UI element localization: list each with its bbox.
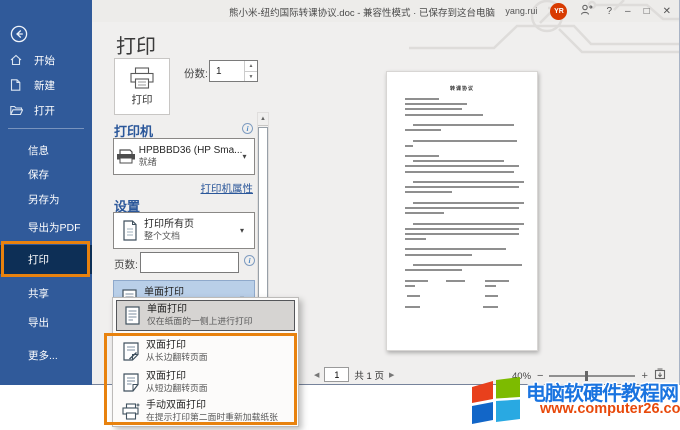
doc-text-lines bbox=[397, 98, 527, 308]
minimize-button[interactable]: – bbox=[625, 6, 631, 17]
menu-item-duplex-long-edge[interactable]: 双面打印 从长边翻转页面 bbox=[116, 336, 295, 367]
copies-label: 份数: bbox=[184, 66, 208, 81]
sidebar-item-save-as[interactable]: 另存为 bbox=[0, 189, 92, 209]
total-pages-label: 共 1 页 bbox=[354, 368, 384, 382]
manual-duplex-icon bbox=[116, 403, 146, 420]
backstage-sidebar: 开始 新建 打开 信息 保存 另存为 导出为PDF 打印 bbox=[0, 0, 92, 385]
copies-stepper: ▲ ▼ bbox=[209, 60, 258, 82]
scroll-up-icon[interactable]: ▲ bbox=[258, 113, 268, 126]
maximize-button[interactable]: □ bbox=[644, 6, 650, 17]
print-preview-area: 转课协议 ◀ 共 1 页 ▶ 40% − + bbox=[270, 22, 676, 385]
copies-decrement-icon[interactable]: ▼ bbox=[245, 72, 257, 82]
menu-item-manual-duplex[interactable]: 手动双面打印 在提示打印第二面时重新加载纸张 bbox=[116, 398, 295, 425]
sidebar-item-export[interactable]: 导出 bbox=[0, 312, 92, 332]
sidebar-item-home[interactable]: 开始 bbox=[0, 50, 92, 70]
printer-properties-link[interactable]: 打印机属性 bbox=[152, 181, 253, 196]
sidebar-item-more[interactable]: 更多... bbox=[0, 345, 92, 365]
sides-dropdown-menu: 单面打印 仅在纸面的一侧上进行打印 双面打印 从长边翻转页面 bbox=[112, 297, 299, 427]
pages-input[interactable] bbox=[140, 252, 239, 273]
printer-info-icon: i bbox=[242, 123, 253, 134]
pages-info-icon: i bbox=[244, 255, 255, 266]
duplex-short-edge-icon bbox=[116, 373, 146, 392]
sidebar-divider bbox=[8, 128, 84, 129]
sidebar-item-save[interactable]: 保存 bbox=[0, 164, 92, 184]
page-navigation: ◀ 共 1 页 ▶ bbox=[314, 367, 394, 382]
prev-page-icon[interactable]: ◀ bbox=[314, 371, 319, 379]
print-button-label: 打印 bbox=[132, 92, 153, 107]
printer-name: HPBBBD36 (HP Sma... bbox=[139, 144, 243, 157]
copies-input[interactable] bbox=[210, 61, 244, 81]
open-folder-icon bbox=[10, 105, 27, 116]
windows-logo bbox=[470, 377, 522, 425]
sidebar-item-print[interactable]: 打印 bbox=[0, 245, 92, 274]
switch-account-icon[interactable] bbox=[580, 4, 593, 18]
user-name: yang.rui bbox=[505, 6, 537, 16]
print-range-sublabel: 整个文档 bbox=[144, 231, 240, 243]
sidebar-item-new[interactable]: 新建 bbox=[0, 75, 92, 95]
print-range-dropdown[interactable]: 打印所有页 整个文档 ▾ bbox=[113, 212, 255, 249]
print-icon bbox=[129, 67, 155, 89]
printer-icon bbox=[114, 149, 139, 164]
back-button[interactable] bbox=[10, 25, 28, 48]
printer-selector[interactable]: HPBBBD36 (HP Sma... 就绪 ▾ bbox=[113, 138, 255, 175]
chevron-down-icon: ▾ bbox=[240, 226, 254, 235]
pages-label: 页数: bbox=[114, 257, 138, 272]
watermark-site-url: www.computer26.com bbox=[540, 401, 680, 417]
copies-increment-icon[interactable]: ▲ bbox=[245, 61, 257, 72]
print-range-label: 打印所有页 bbox=[144, 218, 240, 231]
document-title: 熊小米-纽约国际转课协议.doc - 兼容性模式 · 已保存到这台电脑 bbox=[202, 5, 522, 19]
menu-item-duplex-short-edge[interactable]: 双面打印 从短边翻转页面 bbox=[116, 367, 295, 398]
duplex-long-edge-icon bbox=[116, 342, 146, 361]
title-bar: 熊小米-纽约国际转课协议.doc - 兼容性模式 · 已保存到这台电脑 yang… bbox=[92, 0, 679, 22]
avatar[interactable]: YR bbox=[550, 3, 567, 20]
word-backstage-window: 熊小米-纽约国际转课协议.doc - 兼容性模式 · 已保存到这台电脑 yang… bbox=[0, 0, 680, 385]
preview-doc-title: 转课协议 bbox=[397, 85, 527, 92]
next-page-icon[interactable]: ▶ bbox=[389, 371, 394, 379]
single-sided-icon bbox=[117, 306, 147, 325]
sidebar-item-export-pdf[interactable]: 导出为PDF bbox=[0, 217, 92, 237]
chevron-down-icon: ▾ bbox=[242, 152, 254, 161]
menu-item-single-sided[interactable]: 单面打印 仅在纸面的一侧上进行打印 bbox=[116, 300, 295, 331]
document-icon bbox=[114, 220, 144, 241]
home-icon bbox=[10, 54, 27, 66]
help-button[interactable]: ? bbox=[606, 6, 612, 17]
current-page-input[interactable] bbox=[324, 367, 349, 382]
sidebar-item-info[interactable]: 信息 bbox=[0, 140, 92, 160]
page-title: 打印 bbox=[116, 30, 156, 59]
new-doc-icon bbox=[10, 79, 27, 91]
print-button[interactable]: 打印 bbox=[114, 58, 170, 115]
printer-status: 就绪 bbox=[139, 157, 243, 169]
preview-page: 转课协议 bbox=[386, 71, 538, 351]
sidebar-item-open[interactable]: 打开 bbox=[0, 100, 92, 120]
close-button[interactable]: ✕ bbox=[663, 6, 671, 17]
sidebar-item-share[interactable]: 共享 bbox=[0, 283, 92, 303]
